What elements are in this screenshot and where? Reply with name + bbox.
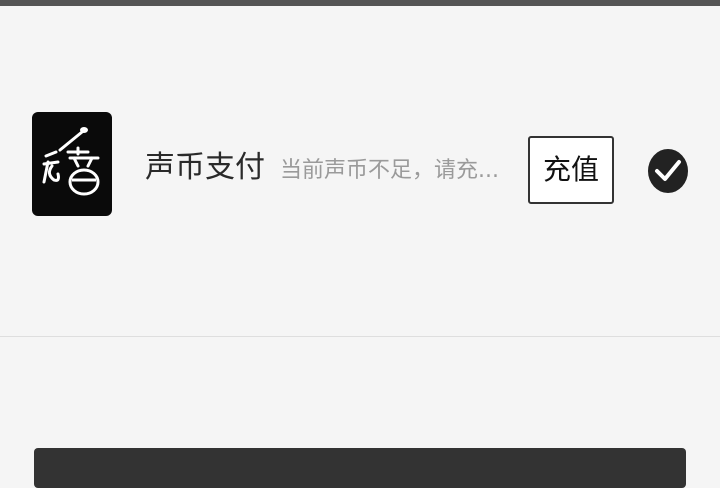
confirm-pay-button[interactable] [34, 448, 686, 488]
divider [0, 336, 720, 337]
mic-music-logo-icon [32, 112, 112, 216]
recharge-button[interactable]: 充值 [528, 136, 614, 204]
check-circle-icon[interactable] [646, 146, 690, 196]
payment-method-name: 声币支付 [145, 150, 265, 185]
payment-method-hint: 当前声币不足，请充... [280, 158, 499, 183]
